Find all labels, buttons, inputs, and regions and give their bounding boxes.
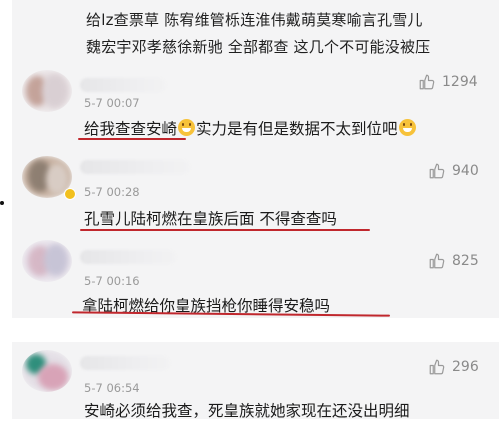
comment-text-part: 给我查查安崎 bbox=[84, 120, 178, 138]
like-button[interactable]: 1294 bbox=[418, 73, 478, 91]
like-button[interactable]: 825 bbox=[428, 252, 479, 270]
like-button[interactable]: 940 bbox=[428, 162, 479, 180]
comment-timestamp: 5-7 00:07 bbox=[84, 96, 140, 110]
like-count: 1294 bbox=[442, 74, 478, 90]
bullet-dot bbox=[0, 201, 4, 205]
highlight-underline bbox=[78, 138, 186, 140]
comment-text: 给我查查安崎 实力是有但是数据不太到位吧 bbox=[84, 117, 417, 139]
like-count: 825 bbox=[452, 253, 479, 269]
grin-emoji bbox=[178, 119, 196, 136]
highlight-underline bbox=[80, 229, 370, 231]
avatar[interactable] bbox=[22, 70, 72, 112]
thumbs-up-icon bbox=[429, 359, 445, 375]
thumbs-up-icon bbox=[419, 74, 435, 90]
like-count: 296 bbox=[452, 359, 479, 375]
comment-timestamp: 5-7 00:16 bbox=[84, 274, 140, 288]
thumbs-up-icon bbox=[429, 253, 445, 269]
username-blurred[interactable] bbox=[80, 356, 170, 370]
username-blurred[interactable] bbox=[80, 78, 166, 92]
comment-text: 孔雪儿陆柯燃在皇族后面 不得查查吗 bbox=[84, 210, 337, 228]
verified-badge-icon bbox=[64, 188, 76, 200]
username-blurred[interactable] bbox=[80, 160, 190, 174]
username-blurred[interactable] bbox=[80, 250, 176, 264]
top-comment-line-1: 给lz查票草 陈宥维管栎连淮伟戴萌莫寒喻言孔雪儿 bbox=[86, 11, 423, 29]
comment-text-part: 实力是有但是数据不太到位吧 bbox=[196, 120, 398, 138]
grin-emoji bbox=[398, 119, 416, 136]
thumbs-up-icon bbox=[429, 163, 445, 179]
top-comment-line-2: 魏宏宇邓孝慈徐新驰 全部都查 这几个不可能没被压 bbox=[86, 38, 431, 56]
like-count: 940 bbox=[452, 163, 479, 179]
comment-timestamp: 5-7 06:54 bbox=[84, 381, 140, 395]
avatar[interactable] bbox=[22, 240, 72, 282]
comment-text: 安崎必须给我查，死皇族就她家现在还没出明细 bbox=[84, 402, 410, 420]
avatar[interactable] bbox=[22, 350, 72, 392]
like-button[interactable]: 296 bbox=[428, 358, 479, 376]
panel-gap bbox=[0, 318, 499, 342]
comment-timestamp: 5-7 00:28 bbox=[84, 185, 140, 199]
